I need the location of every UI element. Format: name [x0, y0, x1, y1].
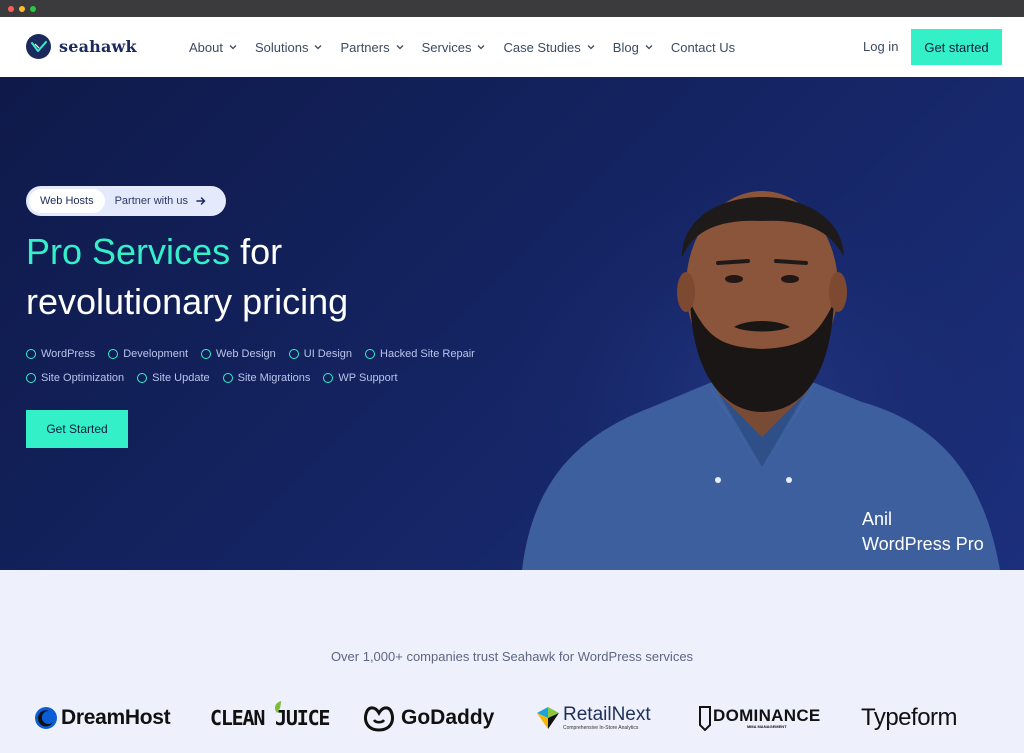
person-name: Anil [862, 509, 893, 529]
circle-icon [323, 373, 334, 383]
partner-link[interactable]: Partner with us [115, 195, 206, 207]
feature-item: WP Support [323, 372, 398, 384]
nav-item-case-studies[interactable]: Case Studies [503, 39, 595, 55]
trust-section: Over 1,000+ companies trust Seahawk for … [0, 570, 1024, 753]
pill-tag: Web Hosts [29, 189, 105, 213]
client-logo-retailnext: RetailNext Comprehensive In-Store Analyt… [537, 700, 651, 736]
logo-text: DOMINANCE [713, 706, 821, 725]
arrow-right-icon [196, 197, 206, 205]
feature-label: Development [123, 348, 189, 360]
nav-item-label: Solutions [254, 39, 309, 55]
nav-item-label: Blog [612, 39, 639, 55]
nav-item-about[interactable]: About [189, 40, 237, 55]
feature-row-2: Site Optimization Site Update Site Migra… [26, 366, 526, 390]
chevron-down-icon [587, 45, 595, 50]
client-logo-typeform: Typeform [861, 700, 958, 736]
feature-item: UI Design [288, 348, 353, 360]
circle-icon [288, 349, 299, 359]
feature-label: Hacked Site Repair [380, 348, 475, 360]
logo-subtext: MMA MANAGEMENT [746, 724, 787, 729]
leaf-icon [275, 701, 282, 713]
feature-label: WordPress [41, 348, 96, 360]
logo-text: CLEAN JUICE [210, 706, 330, 730]
nav-item-solutions[interactable]: Solutions [255, 40, 322, 55]
feature-label: WP Support [338, 372, 398, 384]
client-logo-dreamhost: DreamHost [35, 700, 171, 736]
client-logo-strip: DreamHost CLEAN JUICE GoDaddy RetailNext… [0, 700, 1024, 736]
circle-icon [26, 373, 36, 383]
get-started-header-button[interactable]: Get started [911, 29, 1002, 65]
person-role: WordPress Pro [862, 534, 984, 554]
client-logo-clean-juice: CLEAN JUICE [210, 700, 330, 736]
service-feature-list: WordPress Development Web Design UI Desi… [26, 342, 526, 390]
nav-item-services[interactable]: Services [422, 40, 486, 55]
window-titlebar [0, 0, 1024, 17]
circle-icon [222, 373, 233, 383]
logo-text: Typeform [861, 704, 958, 731]
announcement-pill[interactable]: Web Hosts Partner with us [26, 186, 226, 216]
feature-item: Hacked Site Repair [365, 348, 475, 360]
chevron-down-icon [229, 45, 237, 50]
circle-icon [365, 349, 376, 359]
feature-item: Site Update [137, 372, 210, 384]
nav-item-blog[interactable]: Blog [613, 40, 653, 55]
circle-icon [137, 373, 148, 383]
hero-title-line2: revolutionary pricing [26, 281, 349, 322]
hero-title-accent: Pro Services [26, 231, 231, 272]
feature-label: Site Migrations [237, 372, 311, 384]
brand-logo[interactable]: seahawk [26, 34, 137, 59]
nav-item-label: Services [421, 39, 472, 55]
main-nav: About Solutions Partners Services Case S… [189, 17, 753, 77]
seahawk-bird-icon [26, 34, 51, 59]
circle-icon [26, 349, 36, 359]
moon-circle-icon [35, 707, 57, 729]
chevron-down-icon [645, 45, 653, 50]
logo-text: RetailNext [563, 704, 651, 725]
feature-item: Development [108, 348, 188, 360]
nav-item-contact-us[interactable]: Contact Us [671, 40, 735, 55]
nav-item-label: About [189, 39, 223, 55]
site-header: seahawk About Solutions Partners Service… [0, 17, 1024, 77]
chevron-down-icon [315, 45, 322, 50]
feature-item: Web Design [201, 348, 276, 360]
feature-row-1: WordPress Development Web Design UI Desi… [26, 342, 526, 366]
circle-icon [108, 349, 119, 359]
godaddy-icon [364, 706, 394, 732]
logo-text: GoDaddy [401, 706, 495, 729]
circle-icon [201, 349, 212, 359]
chevron-down-icon [396, 45, 404, 50]
nav-item-partners[interactable]: Partners [340, 39, 404, 55]
client-logo-godaddy: GoDaddy [363, 700, 494, 736]
nav-item-label: Partners [340, 39, 390, 55]
get-started-hero-button[interactable]: Get Started [26, 410, 128, 448]
logo-subtext: Comprehensive In-Store Analytics [563, 725, 639, 731]
brand-name: seahawk [59, 37, 137, 56]
retailnext-icon [537, 707, 559, 729]
feature-label: UI Design [303, 348, 353, 360]
nav-item-label: Contact Us [670, 39, 736, 55]
shield-icon [699, 706, 711, 731]
person-photo [512, 137, 1012, 570]
client-logo-dominance: DOMINANCE MMA MANAGEMENT [698, 700, 821, 736]
feature-item: Site Migrations [222, 372, 311, 384]
feature-item: WordPress [26, 348, 95, 360]
hero-section: Web Hosts Partner with us Pro Services f… [0, 77, 1024, 570]
trust-statement: Over 1,000+ companies trust Seahawk for … [330, 649, 694, 664]
nav-item-label: Case Studies [503, 39, 581, 55]
maximize-window-button[interactable] [30, 6, 36, 12]
logo-text: DreamHost [61, 706, 171, 729]
login-link[interactable]: Log in [863, 39, 898, 54]
feature-label: Site Update [152, 372, 210, 384]
feature-label: Web Design [216, 348, 276, 360]
feature-label: Site Optimization [41, 372, 125, 384]
chevron-down-icon [478, 45, 485, 50]
minimize-window-button[interactable] [19, 6, 25, 12]
hero-title: Pro Services for revolutionary pricing [26, 227, 546, 327]
close-window-button[interactable] [8, 6, 14, 12]
feature-item: Site Optimization [26, 372, 124, 384]
partner-link-label: Partner with us [114, 195, 188, 207]
hero-title-line1-rest: for [230, 231, 283, 272]
